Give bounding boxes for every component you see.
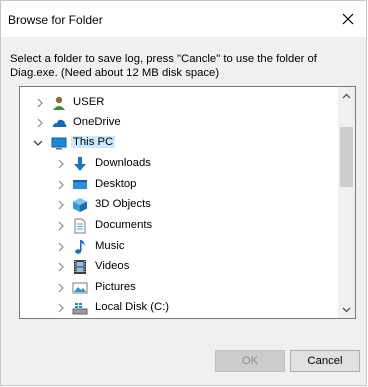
cancel-button[interactable]: Cancel [290,350,360,372]
tree-item-label: 3D Objects [95,198,151,210]
desktop-icon [73,180,87,189]
chevron-right-icon[interactable] [56,178,66,192]
onedrive-cloud-icon [53,119,67,127]
scroll-down-button[interactable] [338,301,355,318]
tree-item-desktop[interactable]: Desktop [20,175,340,195]
tree-item-label: Documents [95,219,153,231]
tree-item-this-pc[interactable]: This PC [20,133,340,153]
tree-item-pictures[interactable]: Pictures [20,278,340,298]
tree-item-label: Desktop [95,178,137,190]
ok-button[interactable]: OK [215,350,285,372]
pictures-icon [72,282,88,294]
tree-item-label: This PC [71,136,116,148]
chevron-right-icon[interactable] [35,116,45,130]
scroll-up-button[interactable] [338,87,355,104]
folder-tree[interactable]: USER OneDrive This PC Downloads Desktop … [19,86,356,319]
tree-item-label: Pictures [95,281,136,293]
chevron-right-icon[interactable] [56,240,66,254]
chevron-right-icon[interactable] [35,96,45,110]
tree-item-videos[interactable]: Videos [20,257,340,277]
chevron-right-icon[interactable] [56,198,66,212]
tree-item-label: Music [95,240,125,252]
chevron-up-icon [342,93,351,98]
vertical-scrollbar[interactable] [338,87,355,318]
tree-item-user[interactable]: USER [20,93,340,113]
chevron-right-icon[interactable] [56,301,66,315]
instruction-text: Select a folder to save log, press "Canc… [10,53,317,79]
close-icon [342,13,354,25]
chevron-right-icon[interactable] [56,281,66,295]
tree-item-label: Local Disk (C:) [95,301,170,313]
videos-icon [74,260,86,274]
user-icon [53,96,65,110]
local-disk-icon [72,303,88,315]
browse-for-folder-dialog: Browse for Folder Select a folder to sav… [0,0,367,386]
chevron-right-icon[interactable] [56,157,66,171]
this-pc-icon [51,137,67,150]
chevron-down-icon[interactable] [32,136,42,150]
3d-objects-icon [73,198,87,212]
music-icon [75,240,85,254]
tree-item-onedrive[interactable]: OneDrive [20,113,340,133]
tree-item-documents[interactable]: Documents [20,216,340,236]
scroll-thumb[interactable] [340,127,353,187]
chevron-right-icon[interactable] [56,219,66,233]
chevron-right-icon[interactable] [56,260,66,274]
tree-item-label: Downloads [95,157,151,169]
tree-item-label: OneDrive [73,116,121,128]
tree-item-3d-objects[interactable]: 3D Objects [20,195,340,215]
chevron-down-icon [342,307,351,312]
close-button[interactable] [330,1,366,37]
documents-icon [74,218,86,234]
tree-item-downloads[interactable]: Downloads [20,154,340,174]
title-bar: Browse for Folder [1,1,366,37]
tree-item-music[interactable]: Music [20,237,340,257]
tree-item-local-disk-c[interactable]: Local Disk (C:) [20,298,340,318]
window-title: Browse for Folder [8,13,103,27]
downloads-icon [74,157,86,171]
tree-item-label: Videos [95,260,130,272]
tree-item-label: USER [73,96,105,108]
